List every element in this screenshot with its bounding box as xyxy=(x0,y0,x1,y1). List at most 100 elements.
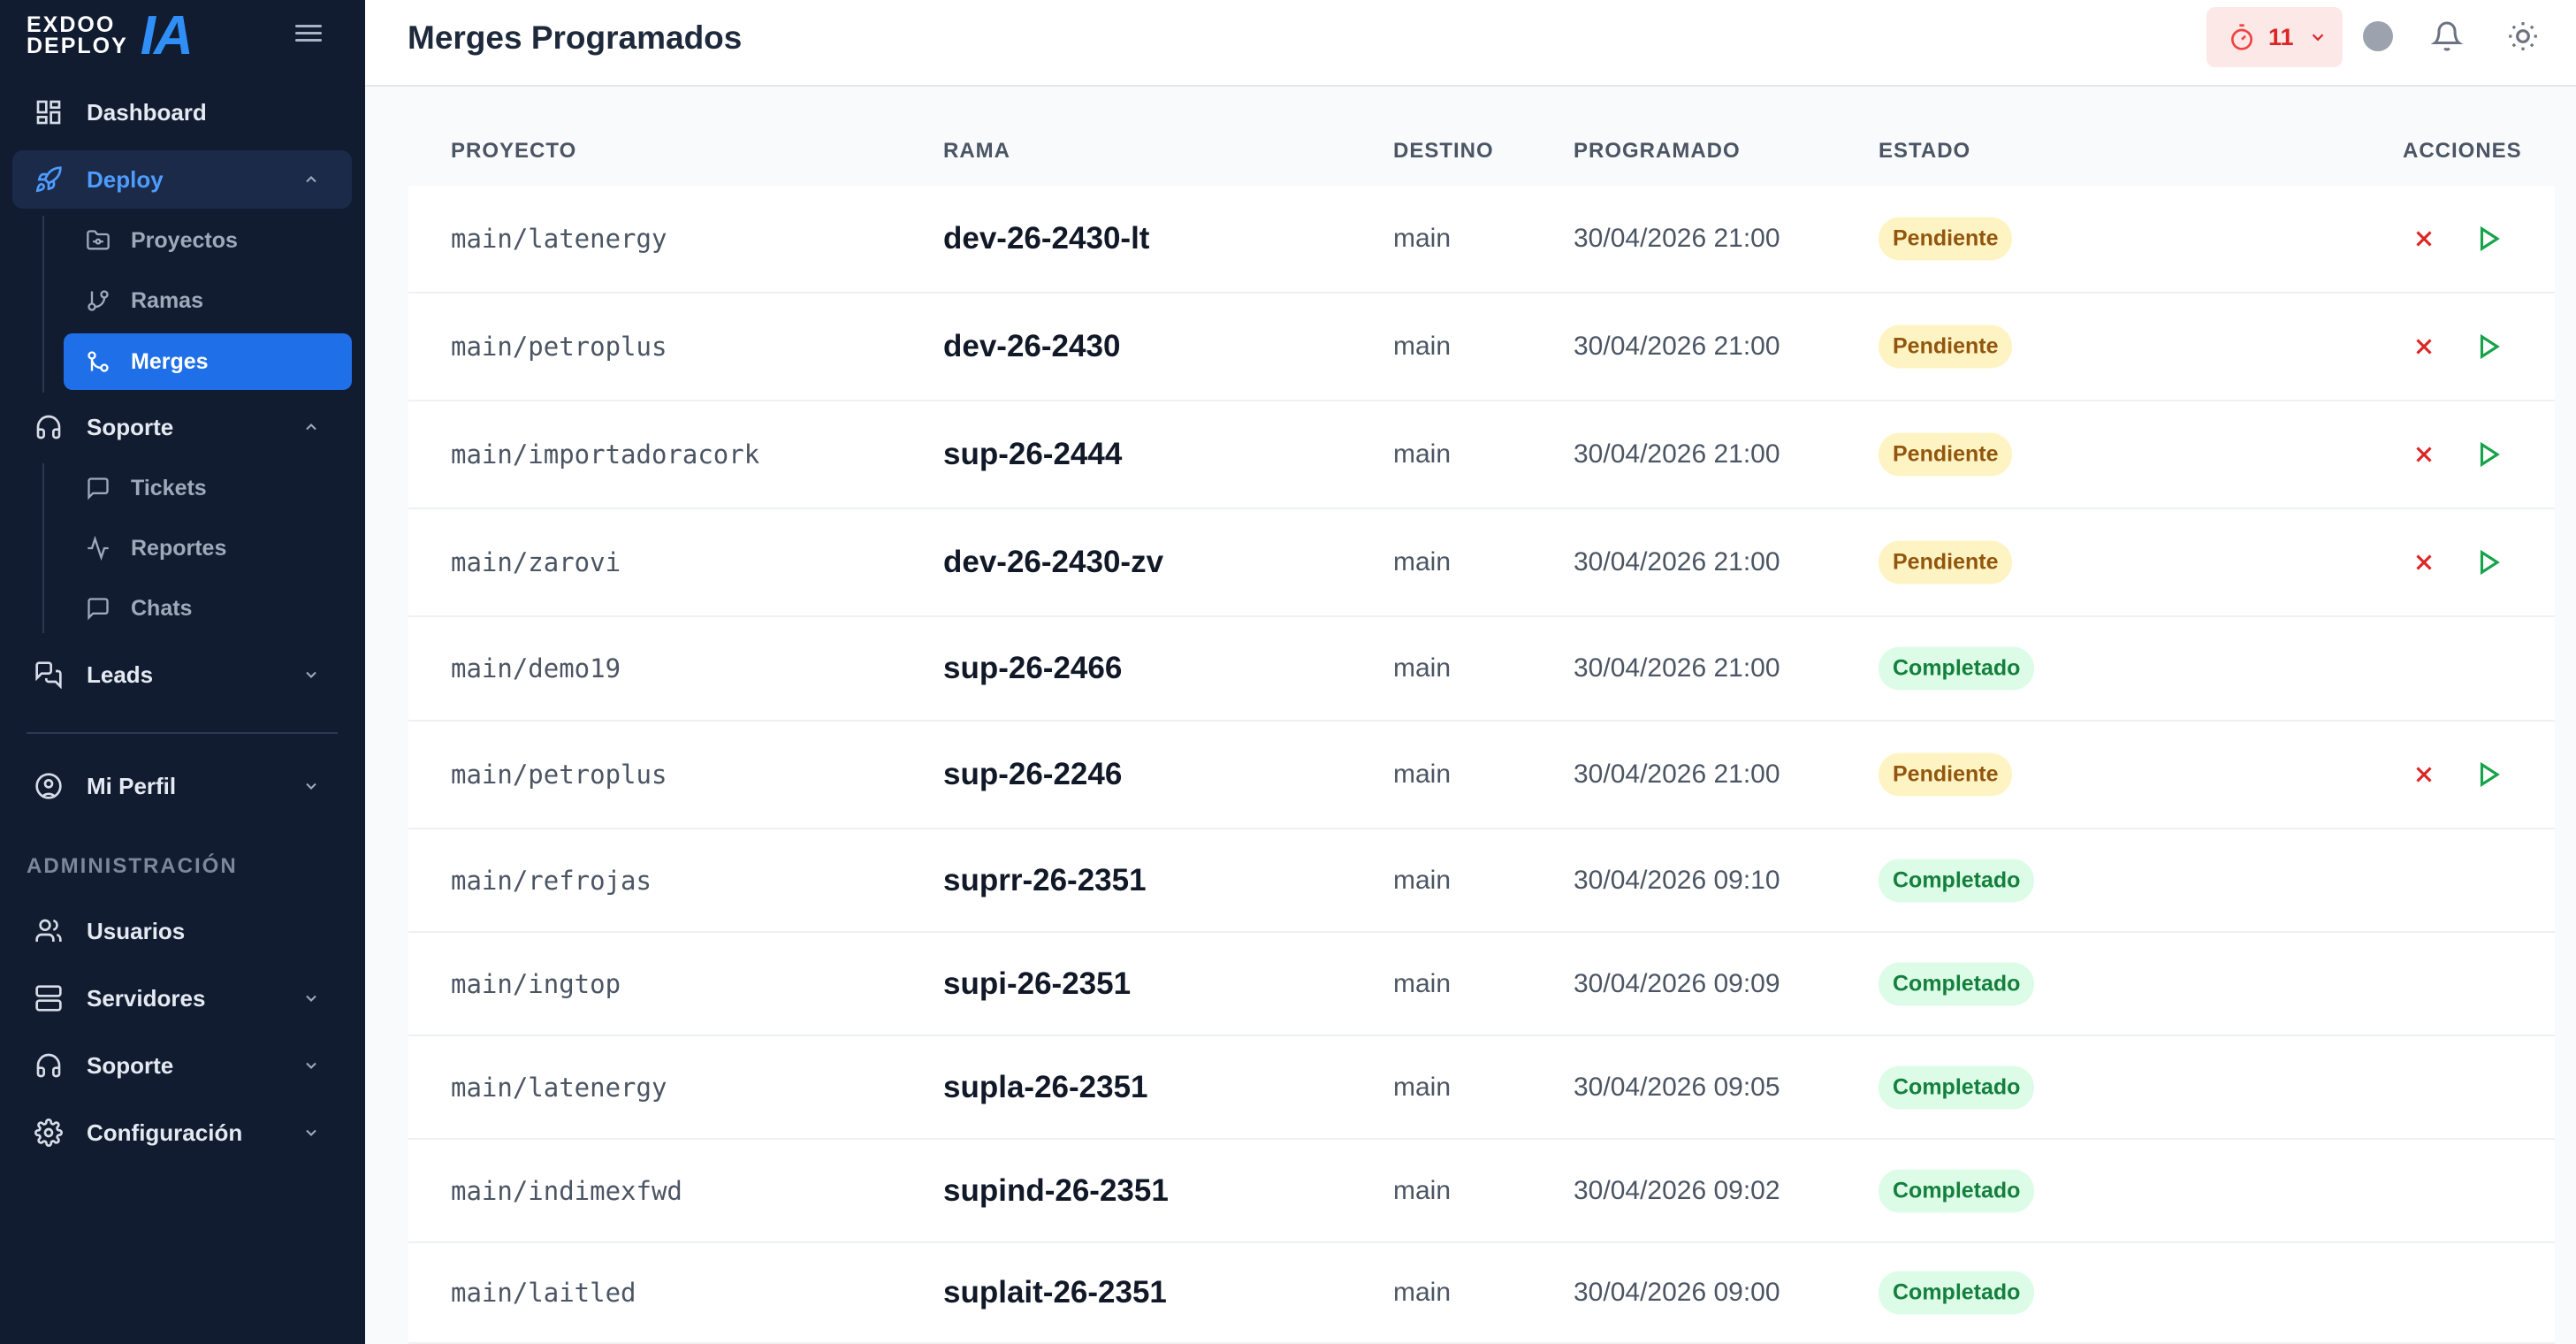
sidebar-item-merges[interactable]: Merges xyxy=(64,333,352,390)
status-badge: Completado xyxy=(1879,1065,2035,1109)
cell-destino: main xyxy=(1393,1175,1452,1205)
run-merge-button[interactable] xyxy=(2471,329,2506,364)
app-logo[interactable]: EXDOO DEPLOY IA xyxy=(27,5,194,66)
table-row: main/latenergy supla-26-2351 main 30/04/… xyxy=(408,1036,2555,1140)
chevron-down-icon xyxy=(306,995,316,1002)
sun-icon[interactable] xyxy=(2504,18,2542,55)
dashboard-icon xyxy=(34,97,64,127)
cell-destino: main xyxy=(1393,439,1452,469)
cell-destino: main xyxy=(1393,653,1452,683)
cell-rama: suplait-26-2351 xyxy=(943,1275,1167,1310)
cell-destino: main xyxy=(1393,760,1452,789)
cancel-merge-button[interactable] xyxy=(2406,545,2442,580)
cell-destino: main xyxy=(1393,547,1452,577)
scheduled-timer-button[interactable]: 11 xyxy=(2206,7,2343,67)
rocket-icon xyxy=(34,164,64,195)
sidebar-item-servidores[interactable]: Servidores xyxy=(12,969,352,1027)
timer-icon xyxy=(2231,24,2252,50)
sidebar-item-proyectos[interactable]: Proyectos xyxy=(64,212,352,269)
menu-toggle-icon[interactable] xyxy=(295,21,325,48)
sidebar-item-reportes[interactable]: Reportes xyxy=(64,520,352,577)
messages-icon xyxy=(34,660,64,690)
cell-programado: 30/04/2026 09:09 xyxy=(1574,968,1780,998)
play-icon xyxy=(2480,225,2500,252)
git-branch-icon xyxy=(85,287,111,314)
cancel-merge-button[interactable] xyxy=(2406,437,2442,472)
cancel-merge-button[interactable] xyxy=(2406,757,2442,792)
cancel-merge-button[interactable] xyxy=(2406,221,2442,256)
run-merge-button[interactable] xyxy=(2471,757,2506,792)
server-icon xyxy=(34,983,64,1013)
col-header-rama: RAMA xyxy=(943,139,1010,163)
submenu-line xyxy=(42,216,44,393)
cell-proyecto: main/latenergy xyxy=(451,1072,667,1103)
close-icon xyxy=(2416,554,2432,570)
sidebar-item-label: Soporte xyxy=(87,413,174,440)
submenu-line xyxy=(42,463,44,633)
page-title: Merges Programados xyxy=(408,19,743,56)
sidebar-item-label: Reportes xyxy=(131,535,227,561)
cell-rama: supla-26-2351 xyxy=(943,1069,1148,1104)
col-header-acciones: ACCIONES xyxy=(2403,139,2522,163)
chat-icon xyxy=(85,595,111,622)
col-header-estado: ESTADO xyxy=(1879,139,1971,163)
run-merge-button[interactable] xyxy=(2471,221,2506,256)
sidebar-item-dashboard[interactable]: Dashboard xyxy=(12,83,352,141)
sidebar-item-soporte[interactable]: Soporte xyxy=(12,398,352,456)
cell-proyecto: main/laitled xyxy=(451,1278,636,1308)
cell-programado: 30/04/2026 09:05 xyxy=(1574,1072,1780,1102)
chevron-down-icon xyxy=(306,671,316,678)
status-badge: Pendiente xyxy=(1879,540,2013,584)
headset-icon xyxy=(34,1050,64,1081)
top-header: Merges Programados 11 xyxy=(365,0,2576,87)
table-header: PROYECTO RAMA DESTINO PROGRAMADO ESTADO … xyxy=(408,115,2555,186)
sidebar-item-label: Leads xyxy=(87,661,154,688)
cell-rama: dev-26-2430-lt xyxy=(943,221,1150,256)
cell-programado: 30/04/2026 21:00 xyxy=(1574,439,1780,469)
sidebar-item-label: Ramas xyxy=(131,287,203,313)
user-circle-icon xyxy=(34,771,64,801)
close-icon xyxy=(2416,767,2432,783)
bell-icon[interactable] xyxy=(2428,18,2465,55)
sidebar-item-deploy[interactable]: Deploy xyxy=(12,150,352,209)
sidebar-item-label: Configuración xyxy=(87,1119,243,1146)
cancel-merge-button[interactable] xyxy=(2406,329,2442,364)
sidebar-item-tickets[interactable]: Tickets xyxy=(64,460,352,516)
table-row: main/demo19 sup-26-2466 main 30/04/2026 … xyxy=(408,617,2555,722)
cell-destino: main xyxy=(1393,865,1452,895)
play-icon xyxy=(2480,441,2500,468)
cell-destino: main xyxy=(1393,332,1452,361)
sidebar-item-label: Tickets xyxy=(131,475,207,500)
cell-programado: 30/04/2026 21:00 xyxy=(1574,547,1780,577)
sidebar-item-configuracion[interactable]: Configuración xyxy=(12,1103,352,1162)
sidebar-item-ramas[interactable]: Ramas xyxy=(64,272,352,329)
table-row: main/petroplus dev-26-2430 main 30/04/20… xyxy=(408,294,2555,401)
play-icon xyxy=(2480,549,2500,576)
section-title-administracion: ADMINISTRACIÓN xyxy=(27,854,238,878)
sidebar-item-label: Merges xyxy=(131,348,209,374)
status-badge: Completado xyxy=(1879,646,2035,691)
cell-programado: 30/04/2026 09:02 xyxy=(1574,1175,1780,1205)
folder-git-icon xyxy=(85,227,111,254)
sidebar-item-chats[interactable]: Chats xyxy=(64,580,352,637)
cell-proyecto: main/zarovi xyxy=(451,547,621,577)
run-merge-button[interactable] xyxy=(2471,545,2506,580)
cell-programado: 30/04/2026 21:00 xyxy=(1574,760,1780,789)
run-merge-button[interactable] xyxy=(2471,437,2506,472)
cell-proyecto: main/importadoracork xyxy=(451,439,760,470)
play-icon xyxy=(2480,333,2500,360)
sidebar-item-label: Servidores xyxy=(87,984,206,1012)
sidebar-item-soporte-admin[interactable]: Soporte xyxy=(12,1036,352,1095)
status-badge: Completado xyxy=(1879,1271,2035,1315)
cell-proyecto: main/refrojas xyxy=(451,865,652,896)
connection-status-dot[interactable] xyxy=(2363,21,2393,51)
status-badge: Completado xyxy=(1879,1169,2035,1212)
sidebar-item-leads[interactable]: Leads xyxy=(12,645,352,704)
sidebar-item-mi-perfil[interactable]: Mi Perfil xyxy=(12,757,352,815)
git-merge-icon xyxy=(85,348,111,375)
sidebar-item-usuarios[interactable]: Usuarios xyxy=(12,902,352,960)
cell-destino: main xyxy=(1393,1278,1452,1307)
logo-line-1: EXDOO xyxy=(27,12,116,37)
cell-proyecto: main/indimexfwd xyxy=(451,1175,682,1206)
col-header-programado: PROGRAMADO xyxy=(1574,139,1741,163)
